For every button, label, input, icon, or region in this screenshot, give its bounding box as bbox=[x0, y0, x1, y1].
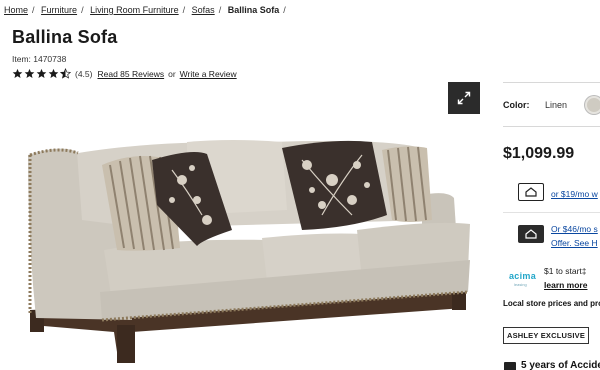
color-swatch-linen[interactable] bbox=[585, 96, 600, 114]
acima-learn-more-link[interactable]: learn more bbox=[544, 280, 587, 290]
star-icon bbox=[48, 68, 59, 78]
product-price: $1,099.99 bbox=[503, 145, 575, 162]
expand-icon bbox=[457, 91, 471, 105]
divider bbox=[503, 126, 600, 127]
breadcrumb-current: Ballina Sofa bbox=[227, 5, 280, 15]
acima-logo-subtext: leasing bbox=[514, 282, 527, 287]
star-icon bbox=[12, 68, 23, 78]
rating-value: (4.5) bbox=[75, 68, 93, 79]
star-icon bbox=[24, 68, 35, 78]
color-value: Linen bbox=[545, 100, 568, 110]
color-label: Color: bbox=[503, 100, 530, 110]
star-icon bbox=[36, 68, 47, 78]
exclusive-badge: ASHLEY EXCLUSIVE bbox=[503, 327, 589, 344]
breadcrumb-separator: / bbox=[218, 5, 222, 15]
read-reviews-link[interactable]: Read 85 Reviews bbox=[97, 69, 164, 79]
acima-logo: acima bbox=[509, 271, 537, 281]
breadcrumb-link-home[interactable]: Home bbox=[4, 5, 28, 15]
warranty-icon bbox=[504, 362, 516, 370]
financing-offer-link[interactable]: Offer. See H bbox=[551, 238, 598, 248]
home-icon bbox=[525, 187, 537, 197]
acima-offer-text: $1 to start‡ bbox=[544, 266, 587, 276]
breadcrumb-separator: / bbox=[182, 5, 186, 15]
breadcrumb-separator: / bbox=[81, 5, 84, 15]
financing-card-icon bbox=[518, 183, 544, 201]
breadcrumb-link-sofas[interactable]: Sofas bbox=[192, 5, 215, 15]
expand-image-button[interactable] bbox=[448, 82, 480, 114]
rating-row: (4.5) Read 85 Reviews or Write a Review bbox=[12, 68, 237, 79]
breadcrumb-separator: / bbox=[283, 5, 286, 15]
warranty-text: 5 years of Acciden bbox=[521, 360, 600, 370]
financing-card-icon bbox=[518, 225, 544, 243]
or-text: or bbox=[168, 68, 176, 79]
half-star-icon bbox=[60, 68, 71, 79]
divider bbox=[503, 82, 600, 83]
breadcrumb-link-living-room[interactable]: Living Room Furniture bbox=[90, 5, 179, 15]
page-title: Ballina Sofa bbox=[12, 27, 118, 47]
breadcrumb-separator: / bbox=[32, 5, 35, 15]
breadcrumb: Home / Furniture / Living Room Furniture / … bbox=[4, 5, 290, 15]
item-number: Item: 1470738 bbox=[12, 54, 67, 64]
star-rating bbox=[12, 68, 71, 79]
financing-option-2-link[interactable]: Or $46/mo s bbox=[551, 224, 598, 234]
local-store-note: Local store prices and pro bbox=[503, 299, 600, 308]
home-icon bbox=[525, 229, 537, 239]
financing-option-1-link[interactable]: or $19/mo w bbox=[551, 189, 598, 199]
divider bbox=[503, 212, 600, 213]
product-image[interactable] bbox=[22, 120, 477, 370]
write-review-link[interactable]: Write a Review bbox=[180, 69, 237, 79]
breadcrumb-link-furniture[interactable]: Furniture bbox=[41, 5, 77, 15]
